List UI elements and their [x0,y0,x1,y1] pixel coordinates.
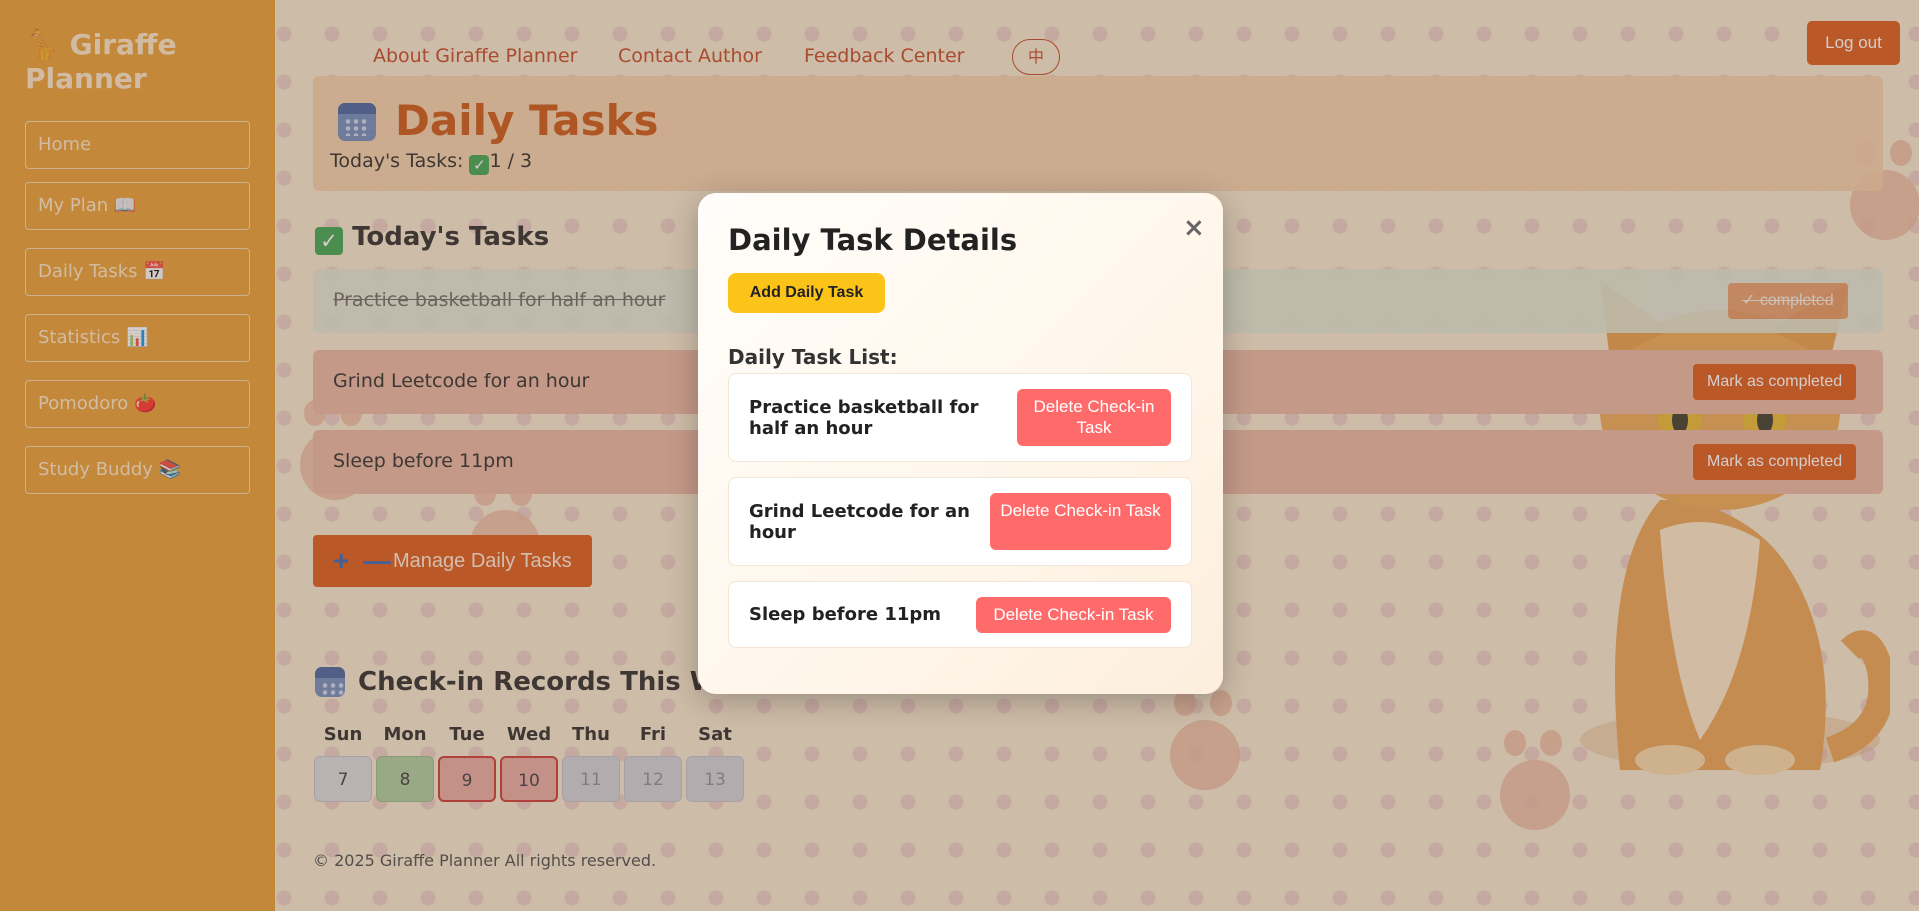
list-item: Sleep before 11pm Delete Check-in Task [728,581,1192,648]
delete-checkin-task-button[interactable]: Delete Check-in Task [976,597,1171,633]
modal-title: Daily Task Details [728,223,1018,257]
daily-task-details-modal: Daily Task Details × Add Daily Task Dail… [698,193,1223,694]
list-item-text: Sleep before 11pm [749,604,942,625]
list-item-text: Practice basketball for half an hour [749,397,979,439]
delete-checkin-task-button[interactable]: Delete Check-in Task [990,493,1171,550]
list-item-text: Grind Leetcode for an hour [749,501,970,543]
close-icon[interactable]: × [1183,213,1205,243]
list-item: Grind Leetcode for an hour Delete Check-… [728,477,1192,566]
delete-checkin-task-button[interactable]: Delete Check-in Task [1017,389,1171,446]
list-item: Practice basketball for half an hour Del… [728,373,1192,462]
task-list-label: Daily Task List: [728,345,898,369]
add-daily-task-button[interactable]: Add Daily Task [728,273,885,313]
